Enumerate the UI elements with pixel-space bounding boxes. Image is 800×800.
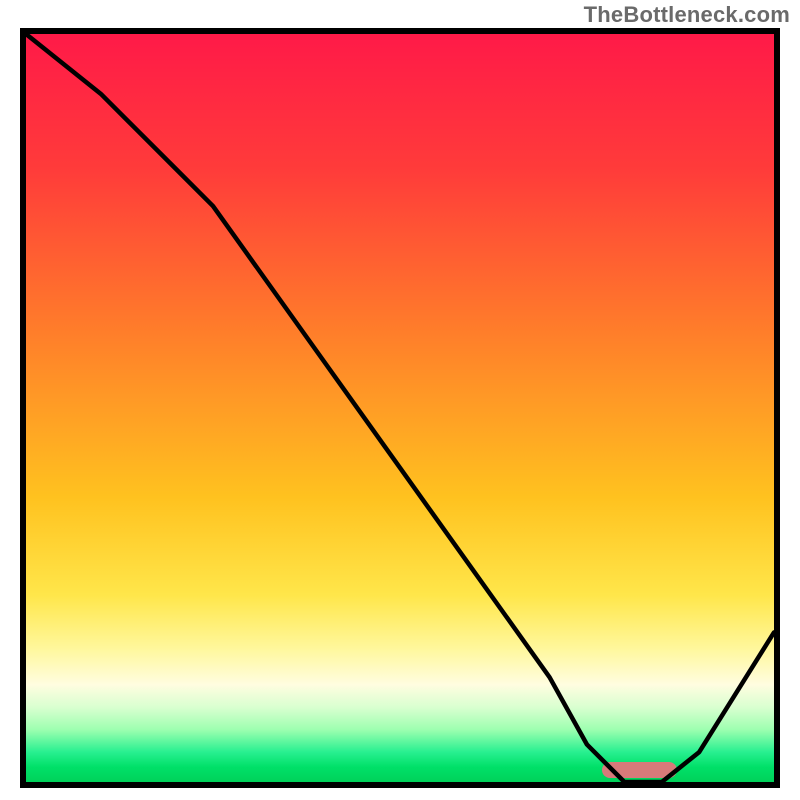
chart-root: TheBottleneck.com [0,0,800,800]
bottleneck-curve [26,34,774,782]
watermark-text: TheBottleneck.com [584,2,790,28]
curve-path [26,34,774,782]
chart-frame [20,28,780,788]
